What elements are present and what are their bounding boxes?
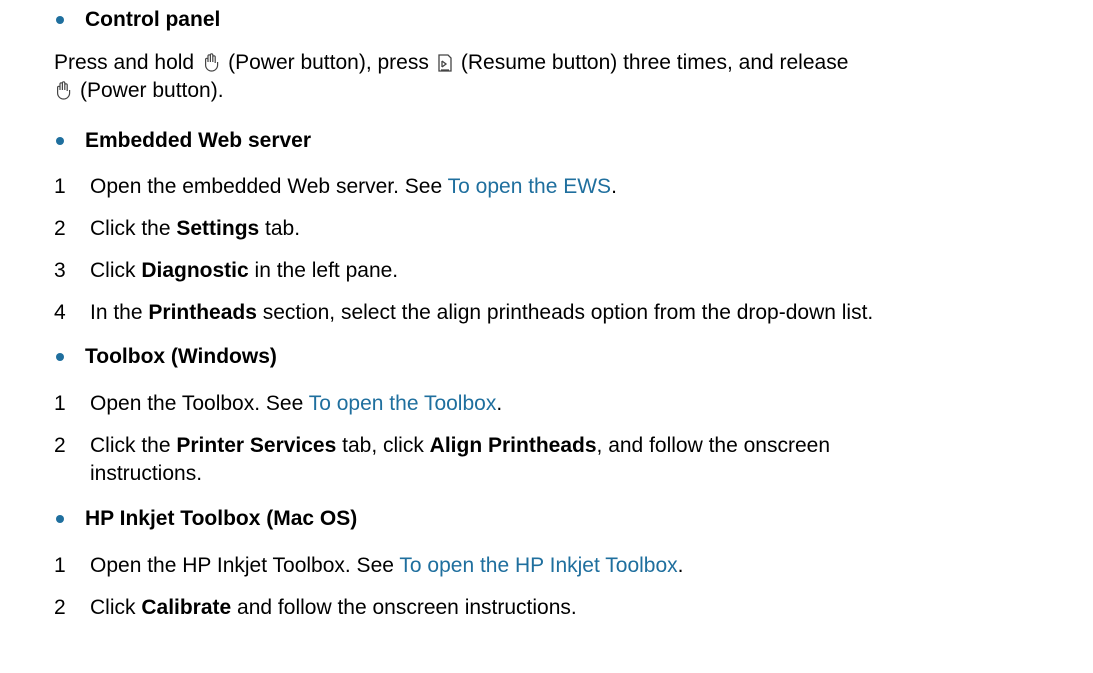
text: tab, click	[336, 434, 430, 457]
text: Printheads	[148, 301, 257, 324]
text: Diagnostic	[141, 259, 249, 282]
text: Settings	[176, 217, 260, 240]
text: Press and hold	[54, 51, 195, 74]
step-text: In the Printheads section, select the al…	[90, 300, 873, 326]
text: .	[611, 175, 617, 198]
step-number: 1	[54, 392, 66, 415]
text: section, select the align printheads opt…	[256, 301, 874, 324]
step-text: Click the Printer Services tab, click Al…	[90, 433, 830, 459]
step-number: 2	[54, 217, 66, 240]
text: Open the HP Inkjet Toolbox. See	[90, 554, 400, 577]
text: Align Printheads	[429, 434, 597, 457]
power-icon	[54, 81, 72, 101]
text: Calibrate	[141, 596, 232, 619]
step-text: Click Calibrate and follow the onscreen …	[90, 595, 577, 621]
power-icon	[202, 53, 220, 73]
section-heading: HP Inkjet Toolbox (Mac OS)	[85, 507, 358, 530]
text: Printer Services	[176, 434, 337, 457]
bullet	[56, 353, 64, 361]
section-heading: Control panel	[85, 8, 221, 31]
resume-icon	[437, 53, 453, 73]
step-text: Open the HP Inkjet Toolbox. See To open …	[90, 553, 683, 579]
step-text: Click Diagnostic in the left pane.	[90, 258, 398, 284]
text: and follow the onscreen instructions.	[231, 596, 577, 619]
text: (Power button), press	[228, 51, 429, 74]
text: , and follow the onscreen	[596, 434, 831, 457]
step-text-cont: instructions.	[90, 462, 203, 485]
bullet	[56, 16, 64, 24]
step-text: Click the Settings tab.	[90, 216, 300, 242]
text: Click the	[90, 217, 177, 240]
text: Click	[90, 596, 142, 619]
step-number: 2	[54, 596, 66, 619]
step-number: 2	[54, 434, 66, 457]
step-number: 3	[54, 259, 66, 282]
text: Open the Toolbox. See	[90, 392, 309, 415]
bullet	[56, 137, 64, 145]
step-text: Open the embedded Web server. See To ope…	[90, 174, 617, 200]
text: tab.	[259, 217, 301, 240]
toolbox-link[interactable]: To open the Toolbox	[309, 392, 497, 415]
control-panel-instructions-cont: (Power button).	[54, 78, 224, 104]
section-heading: Toolbox (Windows)	[85, 345, 277, 368]
text: Click	[90, 259, 142, 282]
text: Click the	[90, 434, 177, 457]
bullet	[56, 515, 64, 523]
hp-inkjet-toolbox-link[interactable]: To open the HP Inkjet Toolbox	[399, 554, 677, 577]
text: (Power button).	[80, 79, 224, 102]
control-panel-instructions: Press and hold (Power button), press (Resu…	[54, 50, 848, 76]
text: in the left pane.	[248, 259, 399, 282]
section-heading: Embedded Web server	[85, 129, 312, 152]
step-number: 1	[54, 554, 66, 577]
text: (Resume button) three times, and release	[460, 51, 849, 74]
ews-link[interactable]: To open the EWS	[448, 175, 611, 198]
text: In the	[90, 301, 149, 324]
text: Open the embedded Web server. See	[90, 175, 448, 198]
step-number: 1	[54, 175, 66, 198]
step-text: Open the Toolbox. See To open the Toolbo…	[90, 391, 502, 417]
text: .	[496, 392, 503, 415]
step-number: 4	[54, 301, 66, 324]
text: .	[677, 554, 684, 577]
